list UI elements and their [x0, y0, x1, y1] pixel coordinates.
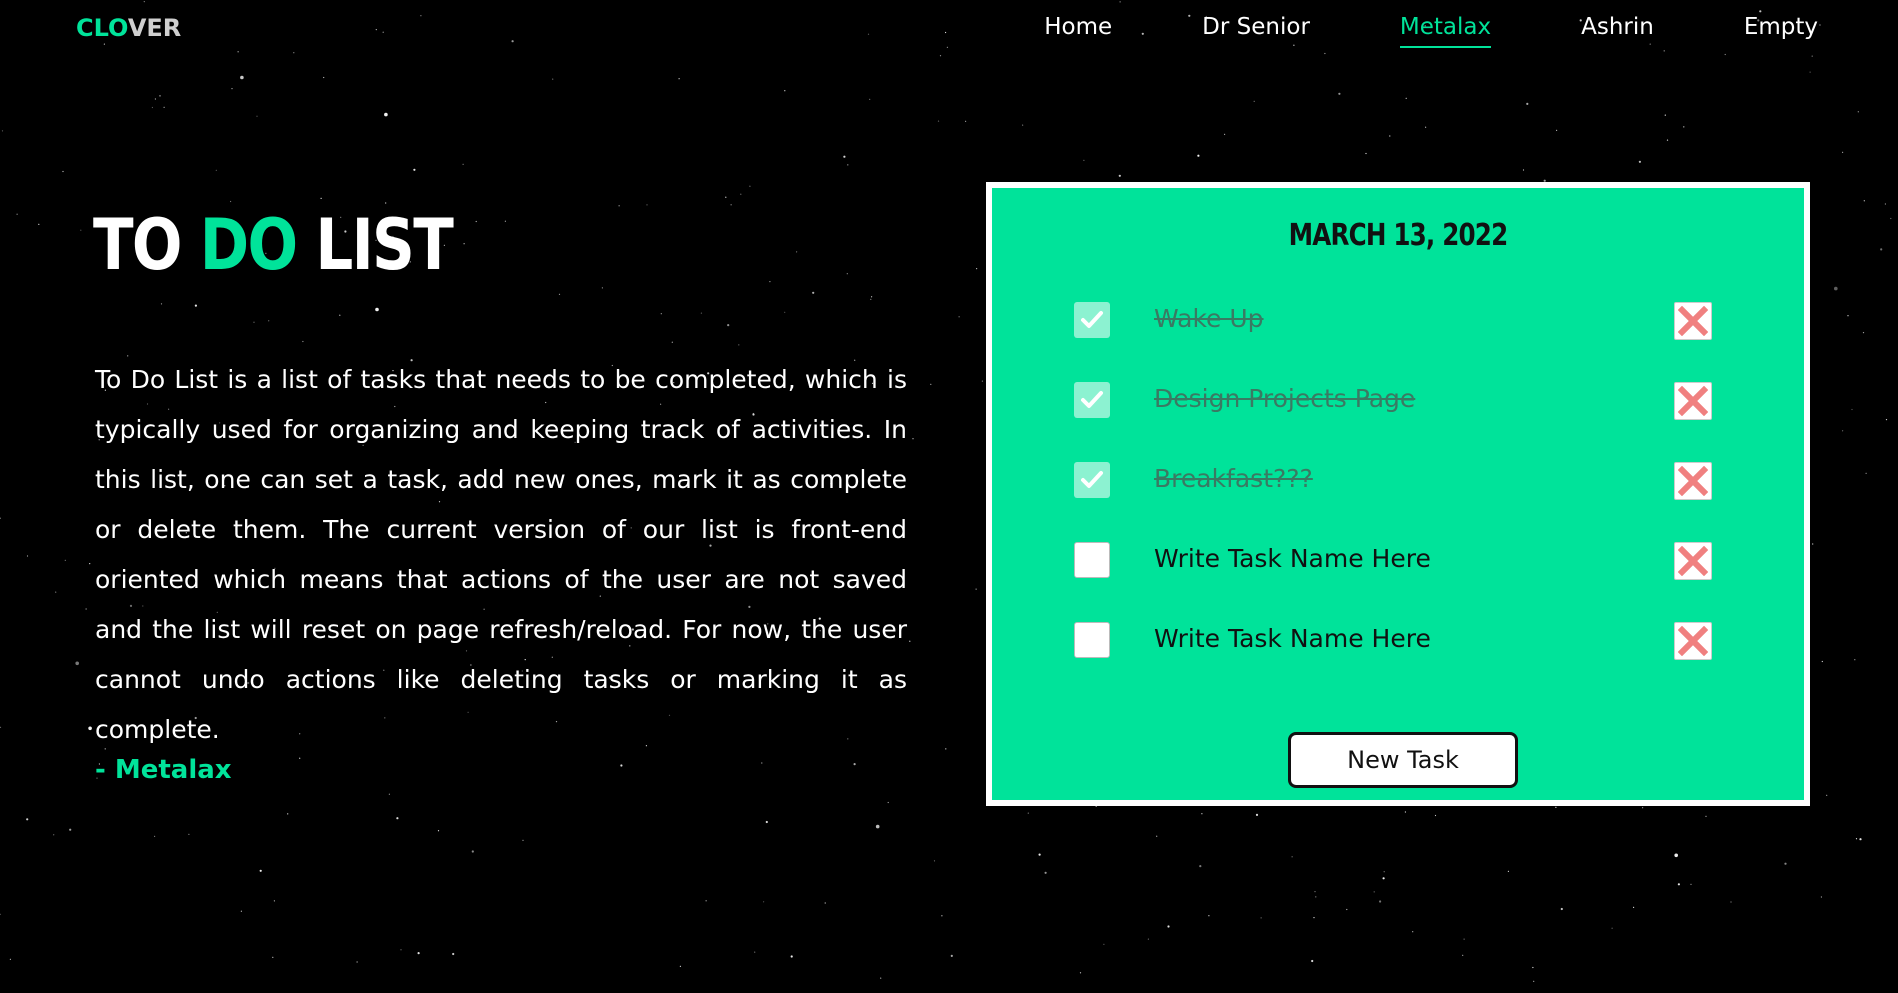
task-checkbox[interactable] [1074, 382, 1110, 418]
logo-text-accent: CLO [76, 14, 128, 42]
close-icon [1678, 626, 1708, 656]
task-name[interactable]: Design Projects Page [1154, 384, 1415, 413]
delete-task-button[interactable] [1674, 622, 1712, 660]
author-signature: - Metalax [95, 755, 232, 785]
top-nav: Home Dr Senior Metalax Ashrin Empty [954, 14, 1818, 48]
description-paragraph: To Do List is a list of tasks that needs… [95, 365, 907, 744]
task-row: Breakfast??? [992, 460, 1804, 500]
task-checkbox[interactable] [1074, 622, 1110, 658]
title-part-list: LIST [296, 204, 453, 286]
close-icon [1678, 306, 1708, 336]
task-name[interactable]: Wake Up [1154, 304, 1264, 333]
page: CLOVER Home Dr Senior Metalax Ashrin Emp… [0, 0, 1898, 993]
task-checkbox[interactable] [1074, 462, 1110, 498]
task-name[interactable]: Write Task Name Here [1154, 544, 1431, 573]
delete-task-button[interactable] [1674, 302, 1712, 340]
task-row: Wake Up [992, 300, 1804, 340]
close-icon [1678, 386, 1708, 416]
page-title: TO DO LIST [93, 210, 454, 280]
todo-card: MARCH 13, 2022 Wake Up Design Projects P… [986, 182, 1810, 806]
checkmark-icon [1081, 311, 1103, 328]
todo-date: MARCH 13, 2022 [1288, 218, 1509, 253]
task-row: Design Projects Page [992, 380, 1804, 420]
task-row: Write Task Name Here [992, 540, 1804, 580]
delete-task-button[interactable] [1674, 382, 1712, 420]
task-row: Write Task Name Here [992, 620, 1804, 660]
close-icon [1678, 546, 1708, 576]
task-checkbox[interactable] [1074, 302, 1110, 338]
new-task-button[interactable]: New Task [1288, 732, 1518, 788]
nav-link-home[interactable]: Home [1044, 14, 1112, 48]
logo-text-rest: VER [127, 14, 182, 42]
checkmark-icon [1081, 391, 1103, 408]
nav-link-dr-senior[interactable]: Dr Senior [1202, 14, 1310, 48]
delete-task-button[interactable] [1674, 542, 1712, 580]
task-checkbox[interactable] [1074, 542, 1110, 578]
title-part-to: TO [93, 204, 200, 286]
task-name[interactable]: Write Task Name Here [1154, 624, 1431, 653]
nav-link-empty[interactable]: Empty [1744, 14, 1818, 48]
nav-link-metalax[interactable]: Metalax [1399, 14, 1492, 48]
task-name[interactable]: Breakfast??? [1154, 464, 1313, 493]
clover-logo[interactable]: CLOVER [76, 14, 181, 42]
close-icon [1678, 466, 1708, 496]
checkmark-icon [1081, 471, 1103, 488]
delete-task-button[interactable] [1674, 462, 1712, 500]
title-part-do: DO [199, 204, 298, 286]
nav-link-ashrin[interactable]: Ashrin [1581, 14, 1654, 48]
